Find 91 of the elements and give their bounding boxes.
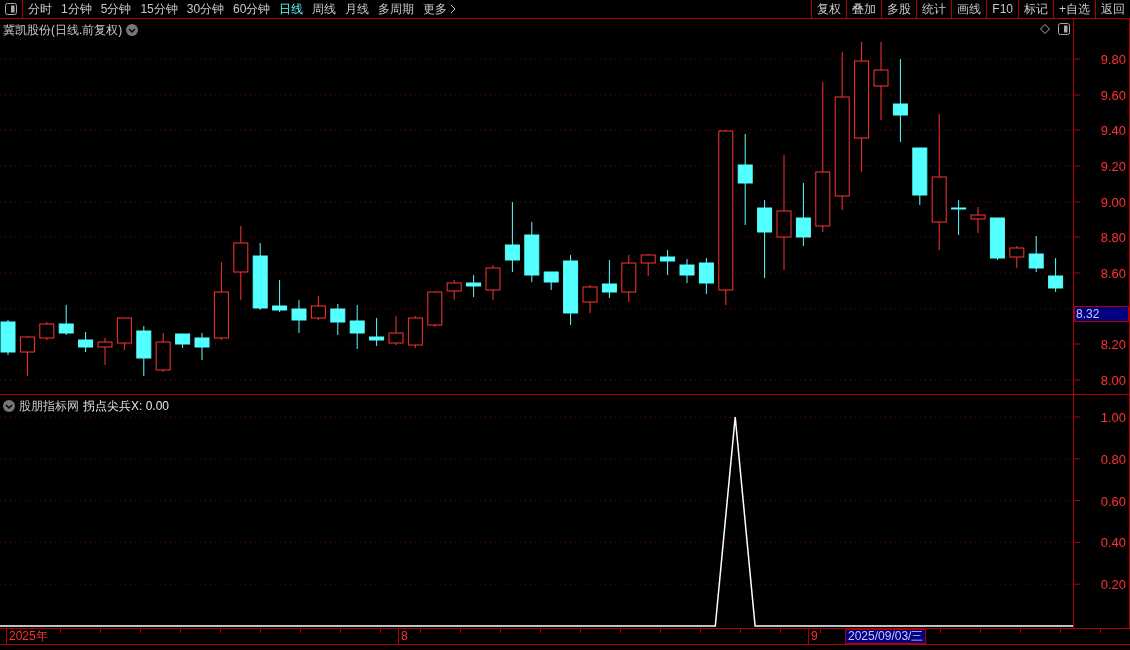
- candlestick: [795, 182, 811, 247]
- toolbar-button[interactable]: 多股: [881, 0, 917, 18]
- candlestick: [39, 321, 55, 341]
- cursor-date-label: 2025/09/03/三: [845, 629, 927, 644]
- panel-toggle-icon[interactable]: [5, 3, 17, 15]
- date-axis-label: 2025年: [6, 629, 48, 644]
- price-axis-label: 9.20: [1100, 159, 1126, 174]
- price-axis-label: 9.60: [1100, 88, 1126, 103]
- chart-title: 冀凯股份(日线.前复权): [3, 22, 123, 39]
- toolbar-button[interactable]: 标记: [1018, 0, 1053, 18]
- chevron-down-circle-icon[interactable]: [126, 24, 139, 36]
- period-tab[interactable]: 5分钟: [100, 3, 132, 15]
- candlestick: [19, 335, 35, 377]
- toolbar-button[interactable]: F10: [986, 0, 1018, 18]
- candlestick: [1028, 235, 1044, 273]
- price-axis-label: 8.60: [1100, 266, 1126, 281]
- toolbar-button[interactable]: 统计: [916, 0, 952, 18]
- candlestick: [912, 147, 928, 206]
- candlestick: [970, 206, 986, 234]
- candlestick: [194, 332, 210, 361]
- indicator-axis-label: 0.80: [1100, 451, 1126, 467]
- candlestick: [446, 279, 462, 301]
- period-tab[interactable]: 30分钟: [186, 3, 225, 15]
- candlestick: [621, 254, 637, 303]
- period-tab[interactable]: 更多: [423, 3, 448, 15]
- candlestick: [660, 249, 676, 276]
- indicator-axis-label: 1.00: [1100, 410, 1126, 425]
- candlestick: [466, 274, 482, 298]
- candlestick: [582, 284, 598, 314]
- candlestick: [524, 221, 540, 283]
- candlestick: [310, 295, 326, 321]
- period-tab[interactable]: 多周期: [378, 3, 415, 15]
- candlestick: [369, 317, 385, 347]
- candlestick: [97, 337, 113, 366]
- candlestick: [1048, 257, 1064, 293]
- toolbar-button[interactable]: 返回: [1095, 0, 1130, 18]
- panel-toggle-icon[interactable]: [1058, 23, 1070, 35]
- candlestick: [272, 279, 288, 313]
- candlestick: [679, 258, 695, 284]
- candlestick: [485, 264, 501, 301]
- candlestick: [175, 333, 191, 349]
- indicator-axis-label: 0.60: [1100, 493, 1126, 509]
- price-axis-label: 9.40: [1100, 123, 1126, 138]
- indicator-axis-label: 0.20: [1100, 577, 1126, 593]
- candlestick: [252, 242, 268, 311]
- price-axis-label: 9.00: [1100, 195, 1126, 210]
- date-axis-label: 9: [808, 629, 818, 644]
- candlestick: [543, 271, 559, 291]
- price-axis-label: 9.80: [1100, 52, 1126, 67]
- candlestick: [951, 199, 967, 236]
- candlestick: [427, 290, 443, 328]
- period-tab[interactable]: 周线: [312, 3, 337, 15]
- price-axis-label: 8.20: [1100, 337, 1126, 352]
- candlestick: [407, 315, 423, 349]
- current-price-label: 8.32: [1074, 306, 1129, 322]
- period-tab[interactable]: 1分钟: [61, 3, 92, 15]
- candlestick: [989, 217, 1005, 261]
- date-axis-label: 8: [398, 629, 408, 644]
- chevron-down-circle-icon[interactable]: [3, 400, 15, 412]
- candlestick: [116, 317, 132, 351]
- candlestick: [330, 303, 346, 336]
- indicator-source: 股朋指标网: [19, 398, 79, 415]
- period-tab[interactable]: 月线: [345, 3, 370, 15]
- candlestick: [291, 299, 307, 334]
- period-tab[interactable]: 分时: [28, 3, 52, 15]
- indicator-axis-label: 0.40: [1100, 535, 1126, 551]
- candlestick: [78, 331, 94, 353]
- period-tab[interactable]: 60分钟: [233, 3, 271, 15]
- toolbar-button[interactable]: 复权: [811, 0, 847, 18]
- candlestick: [640, 253, 656, 277]
- candlestick: [388, 315, 404, 346]
- indicator-value: 拐点尖兵X: 0.00: [83, 398, 170, 415]
- candlestick: [155, 332, 171, 373]
- price-axis-label: 8.00: [1100, 373, 1126, 388]
- candlestick: [136, 325, 152, 377]
- diamond-icon[interactable]: [1040, 24, 1050, 34]
- candlestick: [1009, 245, 1025, 269]
- toolbar-button[interactable]: 叠加: [846, 0, 882, 18]
- chevron-right-icon[interactable]: [450, 4, 457, 14]
- candlestick: [698, 257, 714, 295]
- candlestick: [0, 319, 16, 356]
- candlestick: [504, 201, 520, 273]
- toolbar-button[interactable]: 画线: [951, 0, 987, 18]
- period-tab[interactable]: 15分钟: [140, 3, 178, 15]
- candlestick: [58, 304, 74, 336]
- price-axis-label: 8.80: [1100, 230, 1126, 245]
- toolbar-button[interactable]: +自选: [1053, 0, 1095, 18]
- period-tab[interactable]: 日线: [279, 3, 304, 15]
- candlestick: [601, 259, 617, 299]
- candlestick: [349, 304, 365, 350]
- candlestick: [563, 254, 579, 326]
